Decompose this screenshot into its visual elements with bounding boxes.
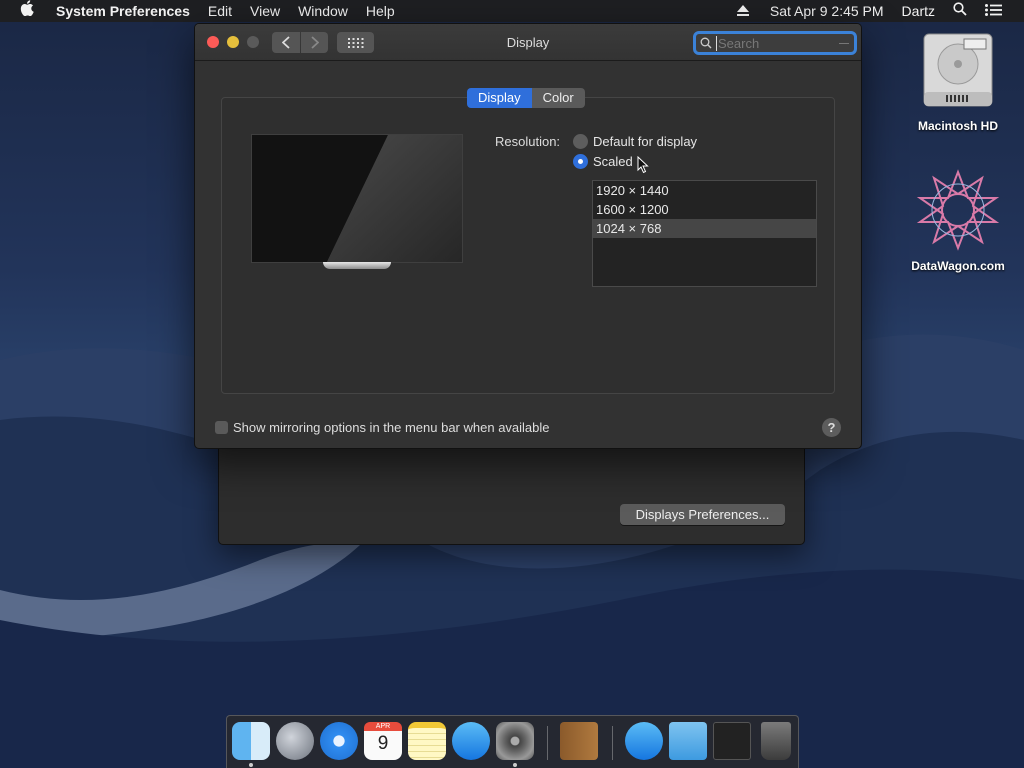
- window-titlebar[interactable]: Display: [195, 24, 861, 61]
- menu-view[interactable]: View: [241, 0, 289, 22]
- calendar-day: 9: [377, 733, 389, 754]
- desktop-icon-datawagon[interactable]: DataWagon.com: [903, 168, 1013, 273]
- app-store-icon[interactable]: [452, 722, 490, 760]
- display-preferences-window: Display Display Color Resolution: Defaul…: [194, 23, 862, 449]
- menu-window[interactable]: Window: [289, 0, 357, 22]
- tab-bar: Display Color: [467, 88, 585, 108]
- radio-button[interactable]: [573, 154, 588, 169]
- menu-help[interactable]: Help: [357, 0, 404, 22]
- mirroring-label: Show mirroring options in the menu bar w…: [233, 420, 550, 435]
- mirroring-checkbox[interactable]: [215, 421, 228, 434]
- datawagon-logo-icon: [916, 169, 1000, 251]
- resolution-option[interactable]: 1920 × 1440: [593, 181, 816, 200]
- menu-user[interactable]: Dartz: [893, 0, 944, 22]
- mouse-cursor-icon: [637, 156, 649, 174]
- search-input[interactable]: [716, 35, 836, 51]
- launchpad-icon[interactable]: [276, 722, 314, 760]
- screenshot-icon[interactable]: [713, 722, 751, 760]
- trash-icon[interactable]: [761, 722, 791, 760]
- system-preferences-icon[interactable]: [496, 722, 534, 760]
- contacts-icon[interactable]: [560, 722, 598, 760]
- running-indicator: [249, 763, 253, 767]
- notification-center-icon[interactable]: [976, 0, 1024, 22]
- mirroring-option[interactable]: Show mirroring options in the menu bar w…: [215, 420, 550, 435]
- menu-clock[interactable]: Sat Apr 9 2:45 PM: [758, 0, 893, 22]
- search-field[interactable]: [693, 31, 857, 55]
- tab-color[interactable]: Color: [531, 88, 585, 108]
- help-button[interactable]: ?: [822, 418, 841, 437]
- search-clear-icon[interactable]: [839, 43, 849, 44]
- finder-icon[interactable]: [232, 722, 270, 760]
- running-indicator: [513, 763, 517, 767]
- dock-separator: [547, 726, 548, 760]
- calendar-icon[interactable]: APR 9: [364, 722, 402, 760]
- menu-bar: System Preferences Edit View Window Help…: [0, 0, 1024, 22]
- search-icon: [700, 37, 712, 49]
- radio-button[interactable]: [573, 134, 588, 149]
- app-store-folder-icon[interactable]: [625, 722, 663, 760]
- resolution-label: Resolution:: [495, 134, 561, 149]
- monitor-preview: [251, 134, 463, 263]
- radio-label: Scaled: [593, 154, 633, 169]
- calendar-month: APR: [364, 722, 402, 731]
- downloads-folder-icon[interactable]: [669, 722, 707, 760]
- apple-menu-icon[interactable]: [0, 0, 47, 22]
- desktop-icon-macintosh-hd[interactable]: Macintosh HD: [903, 32, 1013, 133]
- resolution-list[interactable]: 1920 × 1440 1600 × 1200 1024 × 768: [592, 180, 817, 287]
- spotlight-icon[interactable]: [944, 0, 976, 22]
- eject-icon[interactable]: [728, 0, 758, 22]
- tab-display[interactable]: Display: [467, 88, 532, 108]
- radio-default-for-display[interactable]: Default for display: [573, 134, 697, 149]
- menu-edit[interactable]: Edit: [199, 0, 241, 22]
- notes-icon[interactable]: [408, 722, 446, 760]
- monitor-stand: [323, 262, 391, 269]
- radio-scaled[interactable]: Scaled: [573, 154, 633, 169]
- displays-preferences-button[interactable]: Displays Preferences...: [620, 504, 785, 525]
- desktop-icon-label: Macintosh HD: [917, 119, 998, 133]
- desktop-icon-label: DataWagon.com: [911, 259, 1005, 273]
- dock-separator: [612, 726, 613, 760]
- hard-drive-icon: [923, 33, 993, 107]
- safari-icon[interactable]: [320, 722, 358, 760]
- resolution-option[interactable]: 1600 × 1200: [593, 200, 816, 219]
- displays-back-window: Displays Preferences...: [218, 440, 805, 545]
- resolution-option-selected[interactable]: 1024 × 768: [593, 219, 816, 238]
- menu-app-name[interactable]: System Preferences: [47, 0, 199, 22]
- radio-label: Default for display: [593, 134, 698, 149]
- dock: APR 9: [226, 715, 799, 768]
